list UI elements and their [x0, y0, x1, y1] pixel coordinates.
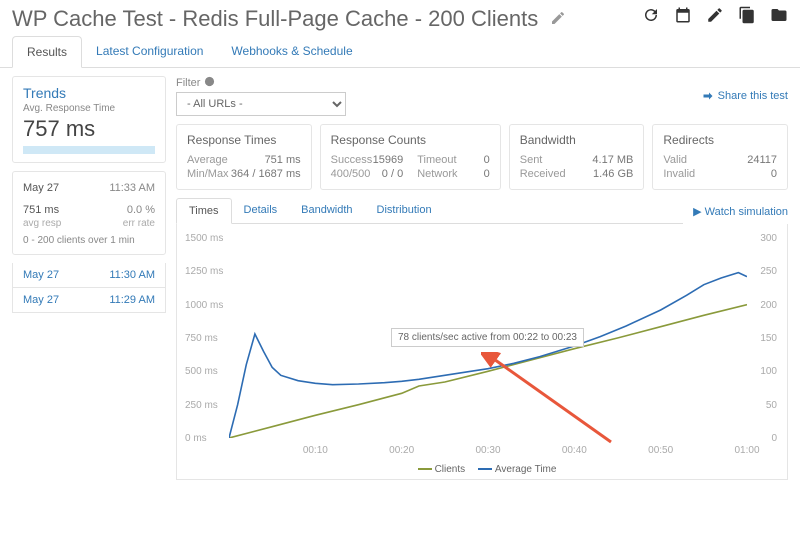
- tab-results[interactable]: Results: [12, 36, 82, 68]
- refresh-icon[interactable]: [642, 6, 660, 27]
- prev-run-1[interactable]: May 2711:29 AM: [12, 288, 166, 313]
- trends-sparkline: [23, 146, 155, 154]
- current-run-panel: May 27 11:33 AM 751 ms 0.0 % avg resp err r…: [12, 171, 166, 255]
- annotation-arrow: [481, 352, 621, 452]
- trends-sub: Avg. Response Time: [23, 103, 155, 114]
- folder-icon[interactable]: [770, 6, 788, 27]
- trends-heading: Trends: [23, 85, 155, 101]
- stat-response-times: Response Times Average751 ms Min/Max364 …: [176, 124, 312, 190]
- edit-icon[interactable]: [706, 6, 724, 27]
- copy-icon[interactable]: [738, 6, 756, 27]
- run-range: 0 - 200 clients over 1 min: [23, 235, 155, 246]
- page-title: WP Cache Test - Redis Full-Page Cache - …: [12, 6, 538, 31]
- run-time: 11:33 AM: [109, 182, 155, 194]
- chart-tab-details[interactable]: Details: [232, 198, 290, 223]
- watch-simulation-link[interactable]: ▶ Watch simulation: [693, 205, 788, 218]
- stat-bandwidth: Bandwidth Sent4.17 MB Received1.46 GB: [509, 124, 645, 190]
- run-avg: 751 ms: [23, 204, 59, 216]
- trends-panel: Trends Avg. Response Time 757 ms: [12, 76, 166, 163]
- stat-response-counts: Response Counts Success15969 400/5000 / …: [320, 124, 501, 190]
- edit-title-icon[interactable]: [542, 15, 566, 29]
- run-date: May 27: [23, 182, 59, 194]
- chart-tab-distribution[interactable]: Distribution: [365, 198, 444, 223]
- calendar-icon[interactable]: [674, 6, 692, 27]
- chart-legend: Clients Average Time: [181, 462, 783, 475]
- tab-webhooks[interactable]: Webhooks & Schedule: [217, 36, 366, 67]
- run-avg-label: avg resp: [23, 218, 61, 229]
- main-tabs: Results Latest Configuration Webhooks & …: [0, 36, 800, 68]
- filter-label: Filter: [176, 76, 346, 89]
- run-err: 0.0 %: [127, 204, 155, 216]
- stat-redirects: Redirects Valid24117 Invalid0: [652, 124, 788, 190]
- trends-value: 757 ms: [23, 116, 155, 142]
- chart-tooltip: 78 clients/sec active from 00:22 to 00:2…: [391, 328, 584, 347]
- chart-tab-times[interactable]: Times: [176, 198, 232, 224]
- tab-latest-config[interactable]: Latest Configuration: [82, 36, 217, 67]
- info-icon: [204, 76, 215, 87]
- prev-run-0[interactable]: May 2711:30 AM: [12, 263, 166, 288]
- url-filter-select[interactable]: - All URLs -: [176, 92, 346, 116]
- run-err-label: err rate: [123, 218, 155, 229]
- share-link[interactable]: Share this test: [702, 90, 788, 102]
- chart-area[interactable]: 78 clients/sec active from 00:22 to 00:2…: [181, 232, 783, 462]
- chart-tabs: Times Details Bandwidth Distribution: [176, 198, 683, 224]
- share-icon: [702, 90, 714, 102]
- chart-tab-bandwidth[interactable]: Bandwidth: [289, 198, 364, 223]
